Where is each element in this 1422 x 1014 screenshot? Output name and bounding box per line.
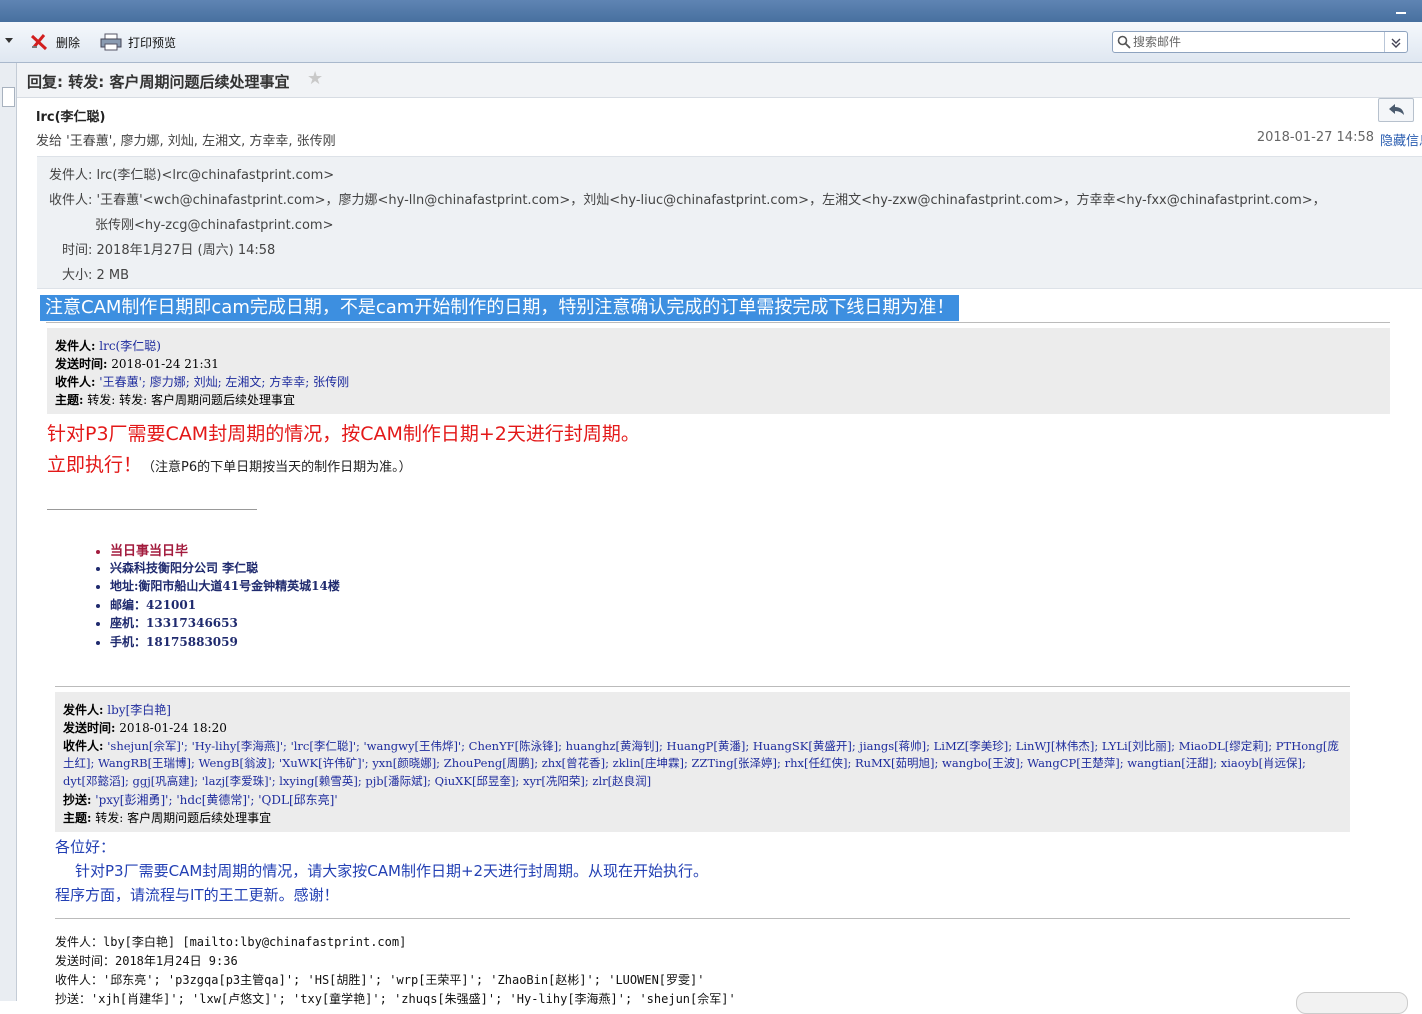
- q3-cc: 抄送：'xjh[肖建华]'; 'lxw[卢悠文]'; 'txy[童学艳]'; '…: [55, 992, 736, 1006]
- star-icon[interactable]: ★: [307, 68, 323, 89]
- signature-motto: 当日事当日毕: [110, 540, 340, 559]
- q2-cc-key: 抄送:: [63, 793, 92, 807]
- minimize-icon[interactable]: [1396, 12, 1406, 14]
- search-input[interactable]: [1133, 34, 1383, 50]
- q2-to-links-cont[interactable]: 土红]; WangRB[王瑞博]; WengB[翁波]; 'XuWK[许伟矿]'…: [63, 756, 1306, 770]
- window-title-bar: [0, 0, 1422, 22]
- signature-postcode: 邮编：421001: [110, 596, 340, 615]
- q3-from: 发件人：lby[李白艳] [mailto:lby@chinafastprint.…: [55, 935, 407, 949]
- signature-mobile: 手机：18175883059: [110, 633, 340, 652]
- q2-subject-value: 转发: 客户周期问题后续处理事宜: [95, 811, 272, 825]
- q2-time-value: 2018-01-24 18:20: [119, 721, 227, 735]
- execute-now-text: 立即执行！: [47, 454, 143, 476]
- sender-name[interactable]: lrc(李仁聪): [36, 106, 105, 125]
- message-date: 2018-01-27 14:58: [1256, 130, 1374, 145]
- q2-to-links-cont2[interactable]: dyt[邓懿滔]; ggj[巩高建]; 'lazj[李爱珠]'; lxying[…: [63, 774, 651, 788]
- q2-to-key: 收件人:: [63, 739, 104, 753]
- header-to: 收件人: '王春蕙'<wch@chinafastprint.com>，廖力娜<h…: [49, 193, 1326, 208]
- p6-note: （注意P6的下单日期按当天的制作日期为准。）: [142, 460, 412, 475]
- search-box[interactable]: [1112, 31, 1408, 53]
- signature-company: 兴森科技衡阳分公司 李仁聪: [110, 559, 340, 578]
- q1-subject-key: 主题:: [55, 393, 84, 407]
- reply-button[interactable]: [1378, 98, 1414, 122]
- message-header-details: 发件人: lrc(李仁聪)<lrc@chinafastprint.com> 收件…: [37, 156, 1422, 289]
- q1-to-links[interactable]: '王春蕙'; 廖力娜; 刘灿; 左湘文; 方幸幸; 张传刚: [99, 375, 349, 389]
- toolbar: 删除 打印预览: [0, 22, 1422, 63]
- header-time: 时间: 2018年1月27日 (周六) 14:58: [62, 243, 276, 258]
- header-size: 大小: 2 MB: [62, 268, 130, 283]
- menu-dropdown-icon[interactable]: [5, 38, 13, 43]
- print-preview-button[interactable]: 打印预览: [100, 32, 176, 52]
- q2-subject-key: 主题:: [63, 811, 92, 825]
- header-to-cont: 张传刚<hy-zcg@chinafastprint.com>: [95, 218, 334, 233]
- signature-divider: [47, 509, 257, 510]
- search-options-dropdown[interactable]: [1384, 32, 1407, 52]
- floating-widget[interactable]: [1296, 992, 1408, 1014]
- divider: [55, 686, 1350, 687]
- q1-from-link[interactable]: lrc(李仁聪): [99, 339, 161, 353]
- q1-subject-value: 转发: 转发: 客户周期问题后续处理事宜: [87, 393, 295, 407]
- highlighted-note: 注意CAM制作日期即cam完成日期，不是cam开始制作的日期，特别注意确认完成的…: [40, 295, 960, 321]
- quoted-header-2: 发件人: lby[李白艳] 发送时间: 2018-01-24 18:20 收件人…: [55, 692, 1350, 832]
- q1-from-key: 发件人:: [55, 339, 96, 353]
- subject-bar: 回复: 转发: 客户周期问题后续处理事宜 ★: [17, 63, 1422, 98]
- signature-landline: 座机：13317346653: [110, 614, 340, 633]
- q2-from-key: 发件人:: [63, 703, 104, 717]
- reply-icon: [1389, 104, 1404, 115]
- q2-from-link[interactable]: lby[李白艳]: [107, 703, 171, 717]
- quoted-header-1: 发件人: lrc(李仁聪) 发送时间: 2018-01-24 21:31 收件人…: [47, 328, 1390, 414]
- delete-button[interactable]: 删除: [30, 32, 80, 52]
- q2-time-key: 发送时间:: [63, 721, 116, 735]
- recipients-line: 发给 '王春蕙', 廖力娜, 刘灿, 左湘文, 方幸幸, 张传刚: [36, 134, 336, 149]
- divider: [55, 918, 1350, 919]
- header-from: 发件人: lrc(李仁聪)<lrc@chinafastprint.com>: [49, 168, 335, 183]
- printer-icon: [100, 33, 122, 51]
- red-instruction-line: 针对P3厂需要CAM封周期的情况，按CAM制作日期+2天进行封周期。: [47, 423, 640, 445]
- search-icon: [1117, 35, 1131, 49]
- chevron-down-icon: [1391, 38, 1401, 48]
- q1-time-value: 2018-01-24 21:31: [111, 357, 219, 371]
- signature-list: 当日事当日毕 兴森科技衡阳分公司 李仁聪 地址:衡阳市船山大道41号金钟精英城1…: [96, 540, 340, 652]
- q3-time: 发送时间：2018年1月24日 9:36: [55, 954, 238, 968]
- q2-cc-links[interactable]: 'pxy[彭湘勇]'; 'hdc[黄德常]'; 'QDL[邱东亮]': [95, 793, 337, 807]
- hide-info-link[interactable]: 隐藏信息: [1380, 130, 1422, 149]
- print-preview-label: 打印预览: [128, 35, 177, 50]
- q2-to-links[interactable]: 'shejun[佘军]'; 'Hy-lihy[李海燕]'; 'lrc[李仁聪]'…: [107, 739, 1339, 753]
- delete-label: 删除: [56, 35, 81, 50]
- message-subject: 回复: 转发: 客户周期问题后续处理事宜: [27, 73, 290, 91]
- divider: [46, 322, 1390, 323]
- delete-icon: [30, 34, 48, 51]
- panel-toggle-handle[interactable]: [2, 87, 15, 107]
- q1-to-key: 收件人:: [55, 375, 96, 389]
- greeting-text: 各位好：: [55, 838, 116, 856]
- red-execute-line: 立即执行！（注意P6的下单日期按当天的制作日期为准。）: [47, 450, 412, 477]
- instruction-text: 针对P3厂需要CAM封周期的情况，请大家按CAM制作日期+2天进行封周期。从现在…: [75, 862, 709, 880]
- signature-address: 地址:衡阳市船山大道41号金钟精英城14楼: [110, 577, 340, 596]
- q1-time-key: 发送时间:: [55, 357, 108, 371]
- thanks-text: 程序方面，请流程与IT的王工更新。感谢！: [55, 886, 339, 904]
- left-panel-strip: [0, 63, 17, 1001]
- q3-to: 收件人：'邱东亮'; 'p3zgqa[p3主管qa]'; 'HS[胡胜]'; '…: [55, 973, 705, 987]
